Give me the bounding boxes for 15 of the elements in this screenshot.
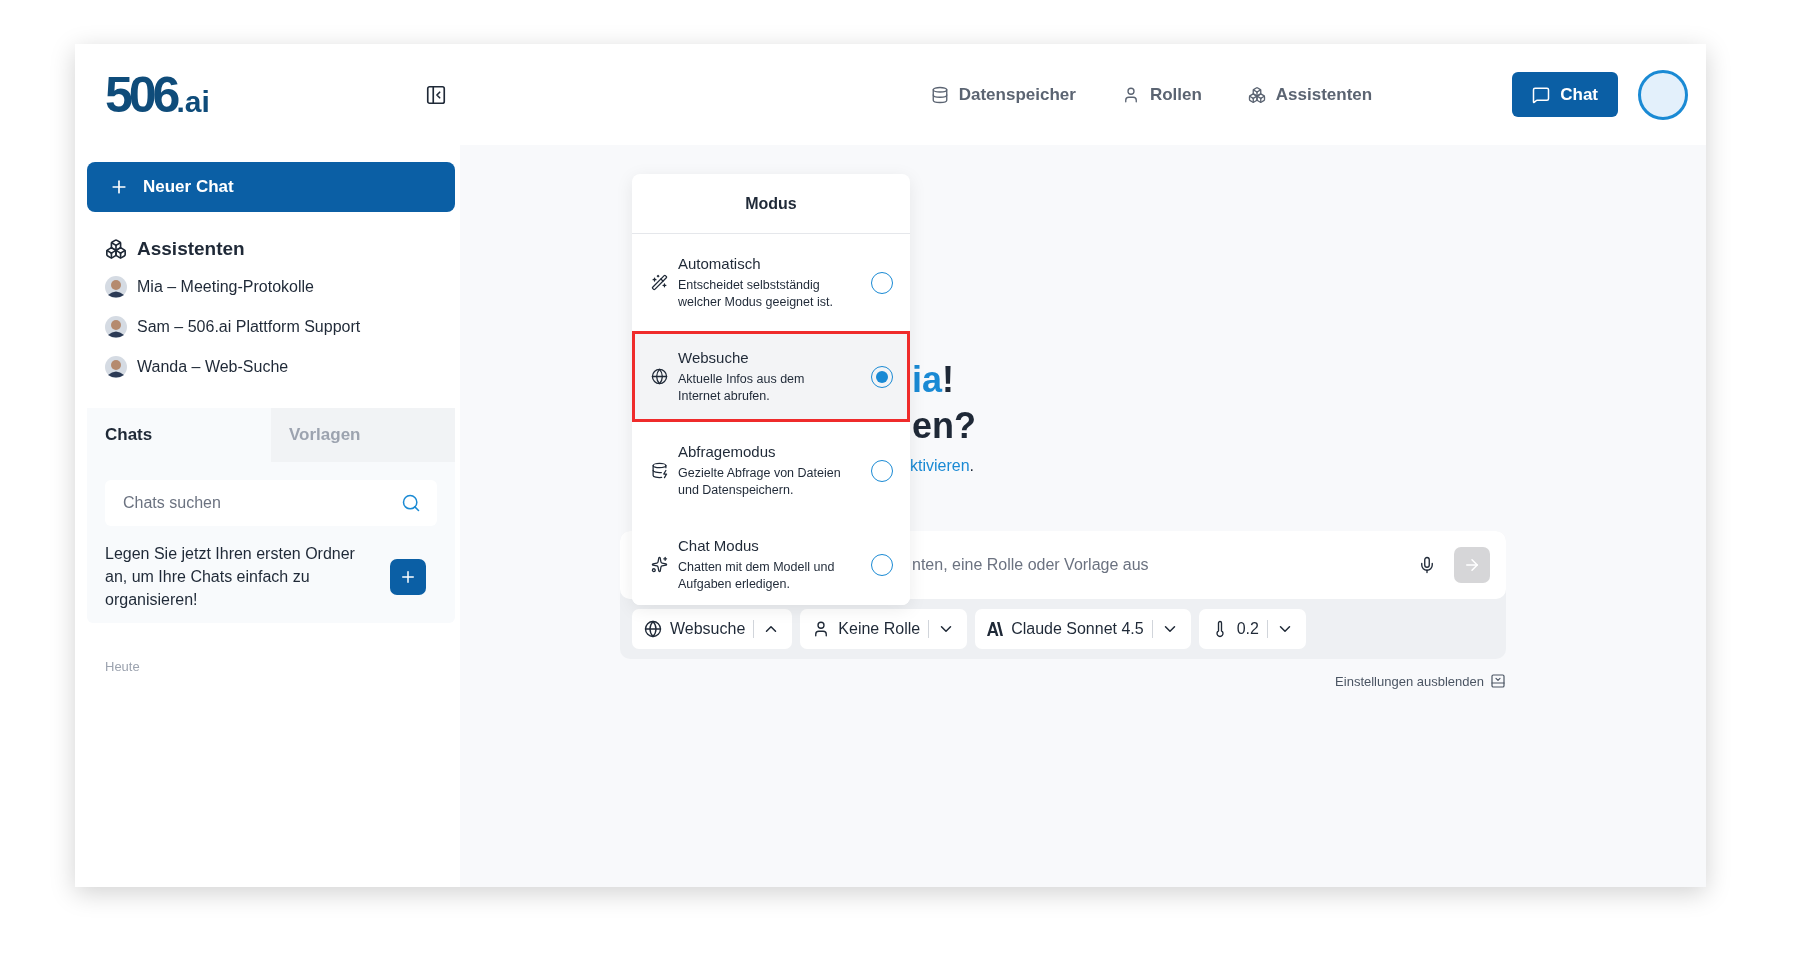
option-title: Websuche: [678, 348, 750, 366]
option-title: Automatisch: [678, 254, 762, 272]
option-description: Aktuelle Infos aus dem Internet abrufen.: [678, 370, 806, 405]
option-description: Gezielte Abfrage von Dateien und Datenspeichern.: [678, 464, 842, 499]
greeting-heading: ia!: [912, 358, 955, 402]
section-title: Assistenten: [137, 238, 245, 260]
menu-title: Modus: [632, 174, 910, 234]
section-label: Heute: [105, 659, 141, 674]
folder-hint: Legen Sie jetzt Ihren ersten Ordner an, um Ihre Chats einfach zu organisieren!: [105, 544, 356, 610]
option-title: Chat Modus: [678, 536, 760, 554]
question-heading: en?: [912, 404, 976, 448]
option-title: Abfragemodus: [678, 442, 777, 460]
period-text: .: [969, 457, 975, 475]
option-description: Chatten mit dem Modell und Aufgaben erledigen.: [678, 558, 836, 593]
option-description: Entscheidet selbstständig welcher Modus geeignet ist.: [678, 276, 834, 311]
